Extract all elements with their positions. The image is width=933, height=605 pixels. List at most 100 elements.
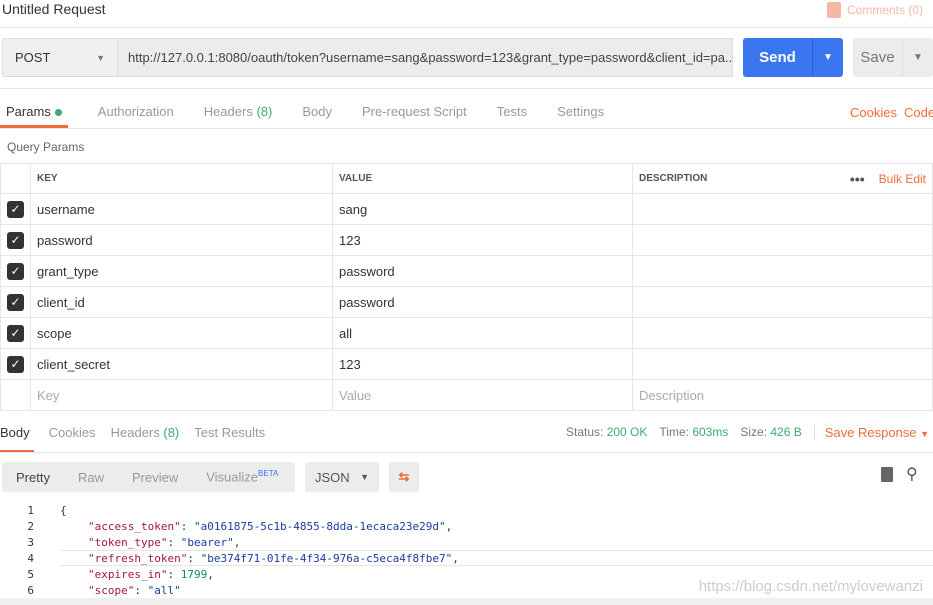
- tab-response-cookies[interactable]: Cookies: [49, 425, 96, 453]
- param-key[interactable]: username: [30, 193, 333, 225]
- comment-icon: [826, 2, 841, 18]
- beta-badge: BETA: [258, 469, 279, 479]
- save-dropdown-icon[interactable]: ▼: [903, 38, 933, 77]
- bulk-edit-link[interactable]: Bulk Edit: [879, 172, 926, 186]
- request-title: Untitled Request: [2, 1, 106, 17]
- code-content: "token_type": "bearer",: [34, 536, 240, 549]
- tab-response-body[interactable]: Body: [0, 425, 34, 453]
- tab-label: Params: [6, 104, 51, 119]
- param-description[interactable]: [632, 193, 933, 225]
- table-row: ✓ password 123: [0, 224, 933, 256]
- param-value[interactable]: 123: [332, 348, 633, 380]
- table-row: ✓ client_secret 123: [0, 348, 933, 380]
- line-number: 5: [27, 567, 34, 581]
- row-checkbox[interactable]: ✓: [0, 193, 31, 225]
- checkmark-icon: ✓: [7, 231, 24, 249]
- url-input[interactable]: http://127.0.0.1:8080/oauth/token?userna…: [117, 38, 733, 77]
- param-value[interactable]: password: [332, 286, 633, 318]
- tab-label: Headers: [110, 425, 160, 440]
- code-line: 5 "expires_in": 1799,: [0, 566, 459, 582]
- save-label: Save: [853, 38, 903, 77]
- value-header: VALUE: [332, 163, 633, 194]
- row-checkbox[interactable]: ✓: [0, 348, 31, 380]
- param-key[interactable]: scope: [30, 317, 333, 349]
- table-row: ✓ client_id password: [0, 286, 933, 318]
- param-value[interactable]: sang: [332, 193, 633, 225]
- new-key-input[interactable]: Key: [30, 379, 333, 411]
- tab-params[interactable]: Params: [0, 100, 68, 128]
- param-key[interactable]: client_id: [30, 286, 333, 318]
- param-key[interactable]: client_secret: [30, 348, 333, 380]
- format-value: JSON: [315, 469, 350, 485]
- wrap-lines-icon[interactable]: ⇆: [389, 462, 419, 492]
- tab-body[interactable]: Body: [302, 100, 332, 128]
- param-value[interactable]: 123: [332, 224, 633, 256]
- tab-headers[interactable]: Headers (8): [204, 100, 273, 128]
- json-key: "scope": [88, 583, 135, 597]
- copy-icon[interactable]: [881, 467, 893, 482]
- colon: :: [167, 535, 181, 549]
- comments-label: Comments (0): [846, 3, 923, 17]
- send-dropdown-icon[interactable]: ▼: [813, 38, 843, 77]
- param-value[interactable]: all: [332, 317, 633, 349]
- checkmark-icon: ✓: [7, 293, 24, 311]
- size-value: 426 B: [770, 425, 802, 439]
- brace: {: [60, 503, 67, 517]
- param-description[interactable]: [632, 348, 933, 380]
- code-content: "scope": "all": [34, 584, 181, 597]
- param-value[interactable]: password: [332, 255, 633, 287]
- headers-count: (8): [163, 425, 180, 440]
- query-params-table: KEY VALUE DESCRIPTION ••• Bulk Edit ✓ user…: [0, 163, 933, 411]
- view-raw[interactable]: Raw: [64, 470, 118, 485]
- empty-cell: [0, 379, 31, 411]
- param-description[interactable]: [632, 224, 933, 256]
- tab-authorization[interactable]: Authorization: [98, 100, 174, 128]
- comments-button[interactable]: Comments (0): [826, 2, 923, 18]
- comma: ,: [207, 567, 214, 581]
- method-select[interactable]: POST ▼: [2, 38, 118, 77]
- new-value-input[interactable]: Value: [332, 379, 633, 411]
- tab-pre-request-script[interactable]: Pre-request Script: [362, 100, 467, 128]
- json-key: "access_token": [88, 519, 181, 533]
- save-response-button[interactable]: Save Response ▼: [813, 425, 929, 440]
- line-number: 4: [27, 551, 34, 565]
- json-key: "token_type": [88, 535, 168, 549]
- line-number: 3: [27, 535, 34, 549]
- param-key[interactable]: grant_type: [30, 255, 333, 287]
- checkmark-icon: ✓: [7, 324, 24, 342]
- comma: ,: [445, 519, 453, 533]
- view-visualize[interactable]: VisualizeBETA: [192, 469, 278, 484]
- view-pretty[interactable]: Pretty: [2, 470, 64, 485]
- description-header: DESCRIPTION ••• Bulk Edit: [632, 163, 933, 194]
- search-icon[interactable]: ⚲: [906, 464, 918, 484]
- save-button[interactable]: Save ▼: [853, 38, 933, 77]
- code-link[interactable]: Code: [904, 105, 933, 120]
- divider: [0, 128, 933, 129]
- format-select[interactable]: JSON ▼: [305, 462, 379, 492]
- time: Time: 603ms: [659, 425, 728, 440]
- json-value: 1799: [180, 567, 208, 581]
- send-label: Send: [743, 38, 813, 77]
- new-description-input[interactable]: Description: [632, 379, 933, 411]
- code-line: 3 "token_type": "bearer",: [0, 534, 459, 550]
- param-key[interactable]: password: [30, 224, 333, 256]
- row-checkbox[interactable]: ✓: [0, 224, 31, 256]
- view-preview[interactable]: Preview: [118, 470, 192, 485]
- param-description[interactable]: [632, 286, 933, 318]
- row-checkbox[interactable]: ✓: [0, 317, 31, 349]
- send-button[interactable]: Send ▼: [743, 38, 843, 77]
- watermark: https://blog.csdn.net/mylovewanzi: [698, 578, 923, 595]
- code-line: 6 "scope": "all": [0, 582, 459, 598]
- tab-settings[interactable]: Settings: [557, 100, 604, 128]
- cookies-link[interactable]: Cookies: [850, 105, 897, 120]
- tab-tests[interactable]: Tests: [497, 100, 527, 128]
- param-description[interactable]: [632, 317, 933, 349]
- size-label: Size:: [740, 425, 768, 439]
- tab-response-headers[interactable]: Headers (8): [111, 425, 180, 453]
- row-checkbox[interactable]: ✓: [0, 255, 31, 287]
- row-checkbox[interactable]: ✓: [0, 286, 31, 318]
- more-options-icon[interactable]: •••: [850, 171, 865, 187]
- table-header: KEY VALUE DESCRIPTION ••• Bulk Edit: [0, 163, 933, 194]
- tab-test-results[interactable]: Test Results: [194, 425, 265, 453]
- param-description[interactable]: [632, 255, 933, 287]
